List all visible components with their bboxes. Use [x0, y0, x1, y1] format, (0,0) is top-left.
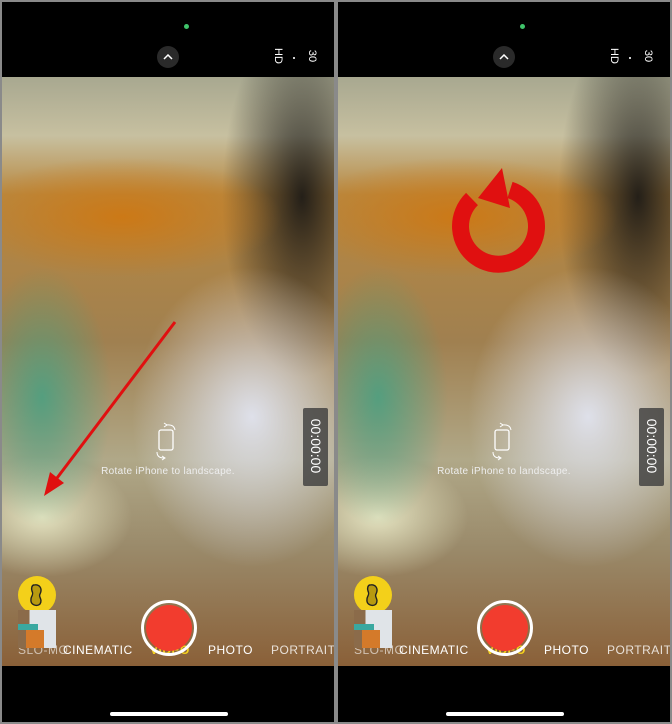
- arrow-head: [44, 472, 64, 496]
- arrow-line: [52, 321, 177, 483]
- rotate-icon: [452, 168, 545, 273]
- camera-screen-right: HD 30 Rotate iPhone to landscape. 00:00:…: [338, 2, 670, 722]
- annotation-arrow: [44, 321, 177, 496]
- camera-screen-left: HD 30 Rotate iPhone to landscape. 00:00:…: [2, 2, 334, 722]
